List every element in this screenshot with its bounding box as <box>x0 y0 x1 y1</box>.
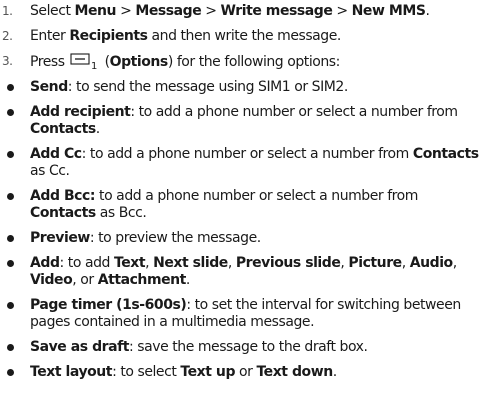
step-text: ) for the following options: <box>167 54 341 70</box>
separator: > <box>332 3 352 19</box>
bullet <box>7 302 14 309</box>
audio-term: Audio <box>409 255 453 271</box>
step-text: and then write the message. <box>147 28 342 44</box>
option-send: Send: to send the message using SIM1 or … <box>0 79 487 96</box>
picture-term: Picture <box>348 255 402 271</box>
option-text: : to send the message using SIM1 or SIM2… <box>67 79 349 95</box>
option-text: : save the message to the draft box. <box>129 339 368 355</box>
contacts-term: Contacts <box>412 146 479 162</box>
video-term: Video <box>30 272 73 288</box>
option-text: as Cc. <box>30 163 70 179</box>
bullet <box>7 84 14 91</box>
step-number: 1. <box>2 4 13 18</box>
option-text: : to add <box>59 255 114 271</box>
bullet <box>7 151 14 158</box>
text-down-term: Text down <box>256 364 333 380</box>
option-save-as-draft: Save as draft: save the message to the d… <box>0 339 487 356</box>
bullet <box>7 193 14 200</box>
option-text: , <box>145 255 154 271</box>
options-term: Options <box>109 54 169 70</box>
recipients-term: Recipients <box>69 28 148 44</box>
write-message-term: Write message <box>220 3 333 19</box>
option-text: : to add a phone number or select a numb… <box>130 104 458 120</box>
message-term: Message <box>135 3 202 19</box>
options-softkey-icon: 1 <box>70 53 100 70</box>
menu-term: Menu <box>74 3 117 19</box>
option-text: , <box>227 255 236 271</box>
softkey-number: 1 <box>91 61 97 70</box>
option-text: , or <box>72 272 98 288</box>
option-title: Add <box>30 255 60 271</box>
step-1: 1. Select Menu > Message > Write message… <box>0 3 487 20</box>
step-number: 3. <box>2 54 13 68</box>
option-title: Save as draft <box>30 339 129 355</box>
option-text: : to select <box>112 364 181 380</box>
step-text: Press <box>30 54 69 70</box>
bullet <box>7 369 14 376</box>
step-3: 3. Press 1 (Options) for the following o… <box>0 53 487 71</box>
bullet <box>7 235 14 242</box>
option-title: Page timer (1s-600s) <box>30 297 187 313</box>
option-title: Preview <box>30 230 90 246</box>
option-add-bcc: Add Bcc: to add a phone number or select… <box>0 188 487 222</box>
separator: > <box>116 3 136 19</box>
option-text: : to preview the message. <box>89 230 261 246</box>
previous-slide-term: Previous slide <box>235 255 341 271</box>
option-preview: Preview: to preview the message. <box>0 230 487 247</box>
bullet <box>7 344 14 351</box>
step-text: ( <box>100 54 110 70</box>
option-add-cc: Add Cc: to add a phone number or select … <box>0 146 487 180</box>
option-text: , <box>401 255 410 271</box>
separator: > <box>201 3 221 19</box>
option-title: Add Bcc: <box>30 188 96 204</box>
option-add: Add: to add Text, Next slide, Previous s… <box>0 255 487 289</box>
option-text-layout: Text layout: to select Text up or Text d… <box>0 364 487 381</box>
contacts-term: Contacts <box>30 121 96 137</box>
text-up-term: Text up <box>180 364 236 380</box>
option-add-recipient: Add recipient: to add a phone number or … <box>0 104 487 138</box>
step-number: 2. <box>2 29 13 43</box>
option-text: . <box>332 364 337 380</box>
step-text: Select <box>30 3 75 19</box>
option-text: . <box>185 272 190 288</box>
step-text: Enter <box>30 28 70 44</box>
new-mms-term: New MMS <box>351 3 426 19</box>
option-title: Text layout <box>30 364 113 380</box>
bullet <box>7 109 14 116</box>
contacts-term: Contacts <box>30 205 96 221</box>
option-text: , <box>452 255 457 271</box>
next-slide-term: Next slide <box>153 255 228 271</box>
option-title: Add recipient <box>30 104 131 120</box>
option-title: Add Cc <box>30 146 82 162</box>
option-text: : to add a phone number or select a numb… <box>81 146 413 162</box>
step-2: 2. Enter Recipients and then write the m… <box>0 28 487 45</box>
step-text: . <box>425 3 430 19</box>
attachment-term: Attachment <box>97 272 187 288</box>
option-title: Send <box>30 79 68 95</box>
text-term: Text <box>113 255 146 271</box>
instruction-document: 1. Select Menu > Message > Write message… <box>0 3 487 389</box>
bullet <box>7 260 14 267</box>
option-text: to add a phone number or select a number… <box>95 188 418 204</box>
option-text: or <box>235 364 257 380</box>
option-text: as Bcc. <box>95 205 147 221</box>
option-page-timer: Page timer (1s-600s): to set the interva… <box>0 297 487 331</box>
option-text: . <box>95 121 100 137</box>
